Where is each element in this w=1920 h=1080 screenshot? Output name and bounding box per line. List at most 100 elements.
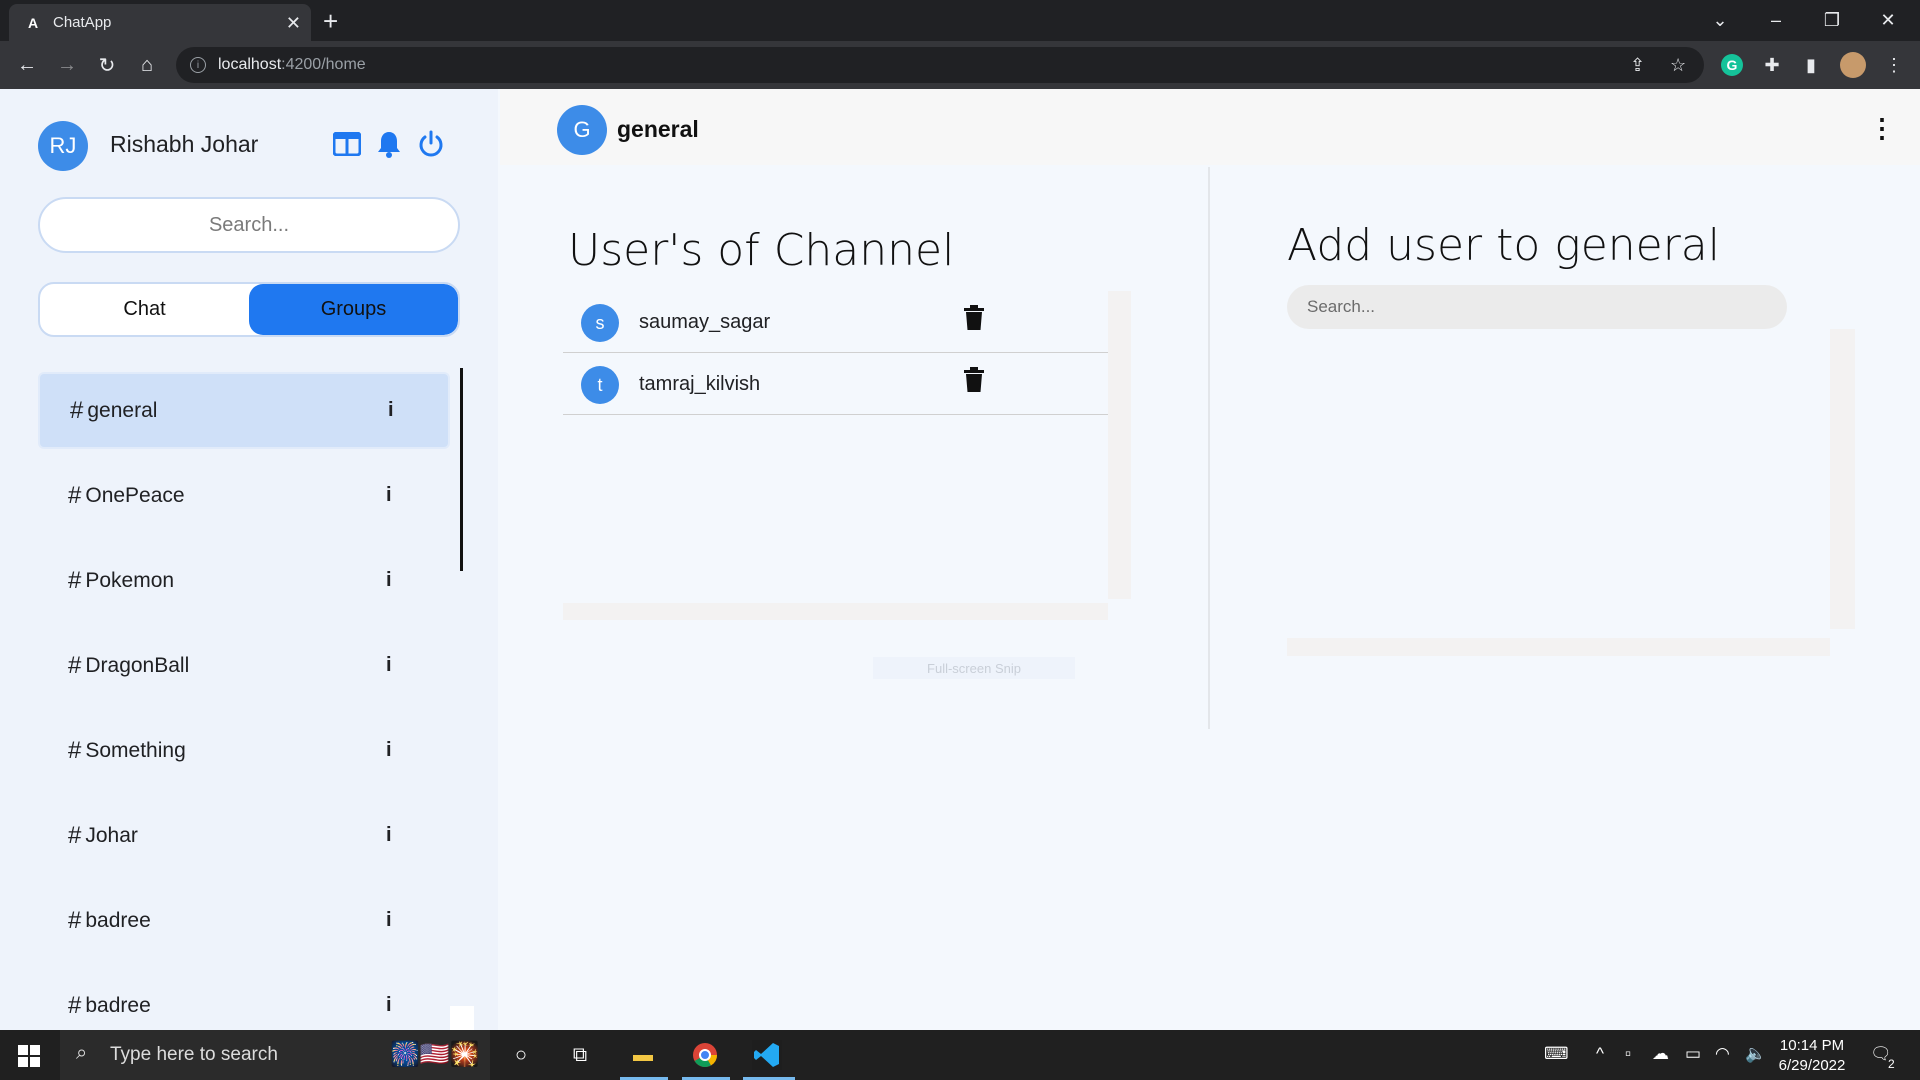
user-avatar: t [581,366,619,404]
home-button[interactable]: ⌂ [134,52,160,78]
notifications-bell-icon[interactable] [374,129,404,159]
meet-now-icon[interactable]: ▫ [1625,1044,1631,1064]
users-list-vscroll[interactable] [1108,291,1131,599]
channel-name: Johar [85,823,138,847]
fireworks-flag-icon: 🎆🇺🇸🎇 [390,1041,480,1068]
address-bar[interactable]: i localhost:4200/home ⇪ ☆ [176,47,1704,83]
browser-tab[interactable]: A ChatApp ✕ [9,4,311,41]
hash-icon: # [68,991,82,1019]
hash-icon: # [70,396,84,424]
more-options-icon[interactable]: ⋮ [1869,113,1895,143]
channel-name: DragonBall [85,653,190,677]
url-path: :4200/home [281,56,366,73]
channel-item-pokemon[interactable]: # Pokemon i [38,542,450,619]
battery-icon[interactable]: ▭ [1685,1044,1701,1064]
angular-favicon-icon: A [27,14,39,31]
grammarly-extension-icon[interactable]: G [1721,54,1743,76]
hash-icon: # [68,736,82,764]
clock-date: 6/29/2022 [1778,1057,1846,1074]
volume-icon[interactable]: 🔈 [1745,1044,1766,1064]
user-name: tamraj_kilvish [639,373,761,395]
hash-icon: # [68,821,82,849]
reload-button[interactable]: ↻ [94,52,120,78]
channel-item-general[interactable]: # general i [38,372,450,449]
user-name: saumay_sagar [639,311,771,333]
show-hidden-icons-chevron-icon[interactable]: ^ [1596,1044,1604,1064]
user-avatar[interactable]: RJ [38,121,88,171]
channel-item-johar[interactable]: # Johar i [38,797,450,874]
channel-info-icon[interactable]: i [386,569,392,592]
hash-icon: # [68,651,82,679]
restore-button[interactable]: ❐ [1804,0,1860,41]
taskbar-search-box[interactable]: ⌕ Type here to search 🎆🇺🇸🎇 [60,1030,490,1080]
channel-item-something[interactable]: # Something i [38,712,450,789]
snip-ghost-overlay: Full-screen Snip [873,657,1075,679]
side-panel-icon[interactable]: ▮ [1799,53,1823,77]
add-user-list-hscroll[interactable] [1287,638,1830,656]
channel-name: OnePeace [85,483,185,507]
channel-info-icon[interactable]: i [386,994,392,1017]
new-tab-button[interactable]: + [323,6,338,37]
site-info-icon[interactable]: i [190,57,206,73]
clock-time: 10:14 PM [1779,1037,1845,1054]
channel-info-icon[interactable]: i [386,739,392,762]
channel-item-badree-2[interactable]: # badree i [38,967,450,1030]
keyboard-icon[interactable]: ⌨ [1544,1044,1569,1064]
hash-icon: # [68,566,82,594]
users-list-hscroll[interactable] [563,603,1108,620]
back-button[interactable]: ← [14,52,40,78]
tab-close-icon[interactable]: ✕ [286,13,301,34]
share-icon[interactable]: ⇪ [1630,55,1645,76]
chrome-menu-icon[interactable]: ⋮ [1882,53,1906,77]
sidebar: RJ Rishabh Johar Search... Chat Groups #… [0,89,498,1030]
hash-icon: # [68,481,82,509]
delete-user-trash-icon[interactable] [963,305,987,333]
minimize-button[interactable]: – [1748,0,1804,41]
channel-name: Pokemon [85,568,175,592]
close-window-button[interactable]: ✕ [1860,0,1916,41]
channel-info-icon[interactable]: i [386,484,392,507]
file-explorer-icon[interactable]: ▬ [628,1040,658,1070]
add-user-search-input[interactable]: Search... [1287,285,1787,329]
bookmark-star-icon[interactable]: ☆ [1670,55,1686,76]
channel-item-dragonball[interactable]: # DragonBall i [38,627,450,704]
chat-app: RJ Rishabh Johar Search... Chat Groups #… [0,89,1920,1030]
task-view-icon[interactable]: ⧉ [565,1040,595,1070]
user-name: Rishabh Johar [110,131,259,157]
layout-columns-icon[interactable] [332,129,362,159]
chrome-taskbar-icon[interactable] [690,1040,720,1070]
profile-avatar[interactable] [1840,52,1866,78]
windows-taskbar: ⌕ Type here to search 🎆🇺🇸🎇 ○ ⧉ ▬ ⌨ ^ ▫ ☁… [0,1030,1920,1080]
cortana-icon[interactable]: ○ [506,1040,536,1070]
channel-name: Something [85,738,186,762]
extensions-puzzle-icon[interactable]: ✚ [1760,53,1784,77]
delete-user-trash-icon[interactable] [963,367,987,395]
channel-name: badree [85,908,151,932]
search-icon: ⌕ [76,1042,88,1064]
channel-info-icon[interactable]: i [386,824,392,847]
power-logout-icon[interactable] [416,129,446,159]
channel-info-icon[interactable]: i [386,909,392,932]
channel-item-badree[interactable]: # badree i [38,882,450,959]
channel-item-onepeace[interactable]: # OnePeace i [38,457,450,534]
channel-name: badree [85,993,151,1017]
forward-button[interactable]: → [54,52,80,78]
notification-count-badge: 2 [1888,1057,1895,1071]
tab-groups[interactable]: Groups [249,284,458,335]
channel-info-icon[interactable]: i [388,399,394,422]
onedrive-cloud-icon[interactable]: ☁ [1652,1044,1669,1064]
windows-start-icon[interactable] [18,1045,40,1067]
tab-search-icon[interactable]: ⌄ [1692,0,1748,41]
sidebar-search-input[interactable]: Search... [38,197,460,253]
users-of-channel-heading: User's of Channel [568,225,955,276]
system-clock[interactable]: 10:14 PM 6/29/2022 [1772,1036,1852,1076]
tab-chat[interactable]: Chat [40,284,249,335]
wifi-icon[interactable]: ◠ [1715,1044,1730,1064]
user-avatar: s [581,304,619,342]
channel-info-icon[interactable]: i [386,654,392,677]
channel-list-scrollbar[interactable] [460,368,463,571]
vscode-taskbar-icon[interactable] [752,1040,782,1070]
add-user-list-vscroll[interactable] [1830,329,1855,629]
panel-divider [1208,167,1210,729]
chat-groups-toggle: Chat Groups [38,282,460,337]
